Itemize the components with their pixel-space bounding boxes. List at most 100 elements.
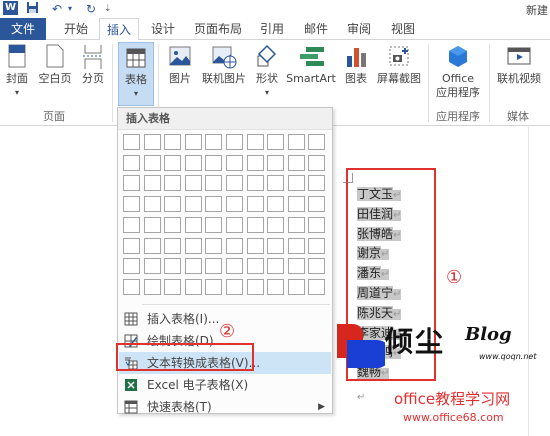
table-grid-cell[interactable] <box>246 216 264 233</box>
table-grid-cell[interactable] <box>143 216 161 233</box>
undo-dropdown-icon[interactable]: ▾ <box>68 1 72 17</box>
table-grid-cell[interactable] <box>164 278 182 295</box>
table-grid-cell[interactable] <box>143 134 161 150</box>
blank-page-button[interactable]: 空白页 <box>36 44 74 86</box>
customize-toolbar-icon[interactable]: ⇣ <box>104 1 112 17</box>
table-grid-cell[interactable] <box>267 196 285 213</box>
table-grid-cell[interactable] <box>143 237 161 254</box>
table-grid-cell[interactable] <box>246 154 264 171</box>
table-grid-cell[interactable] <box>246 278 264 295</box>
table-grid-cell[interactable] <box>226 278 243 295</box>
table-grid-cell[interactable] <box>226 175 243 192</box>
table-grid-cell[interactable] <box>226 154 243 171</box>
table-grid-cell[interactable] <box>246 237 264 254</box>
table-size-grid[interactable] <box>123 134 329 300</box>
menu-quick-tables[interactable]: 快速表格(T) ▶ <box>119 396 331 418</box>
tab-file[interactable]: 文件 <box>0 18 46 40</box>
table-grid-cell[interactable] <box>164 134 182 150</box>
tab-home[interactable]: 开始 <box>56 18 96 40</box>
table-grid-cell[interactable] <box>164 196 182 213</box>
table-grid-cell[interactable] <box>164 154 182 171</box>
table-grid-cell[interactable] <box>123 196 140 213</box>
table-grid-cell[interactable] <box>205 175 223 192</box>
table-grid-cell[interactable] <box>287 237 305 254</box>
save-icon[interactable] <box>26 1 39 18</box>
table-grid-cell[interactable] <box>287 154 305 171</box>
table-grid-cell[interactable] <box>123 237 140 254</box>
table-grid-cell[interactable] <box>287 216 305 233</box>
table-grid-cell[interactable] <box>267 258 285 275</box>
smartart-button[interactable]: SmartArt <box>285 44 337 86</box>
shapes-button[interactable]: 形状 ▾ <box>252 44 282 100</box>
picture-button[interactable]: 图片 <box>164 44 196 86</box>
table-grid-cell[interactable] <box>308 196 326 213</box>
table-grid-cell[interactable] <box>287 134 305 150</box>
cover-page-button[interactable]: 封面 ▾ <box>2 44 32 100</box>
table-grid-cell[interactable] <box>123 134 140 150</box>
table-grid-cell[interactable] <box>143 154 161 171</box>
tab-page-layout[interactable]: 页面布局 <box>187 18 249 40</box>
table-grid-cell[interactable] <box>184 175 202 192</box>
table-grid-cell[interactable] <box>184 258 202 275</box>
table-grid-cell[interactable] <box>267 278 285 295</box>
table-grid-cell[interactable] <box>308 154 326 171</box>
table-grid-cell[interactable] <box>205 237 223 254</box>
table-grid-cell[interactable] <box>164 175 182 192</box>
table-grid-cell[interactable] <box>143 196 161 213</box>
table-grid-cell[interactable] <box>267 175 285 192</box>
table-grid-cell[interactable] <box>205 154 223 171</box>
table-grid-cell[interactable] <box>287 196 305 213</box>
table-grid-cell[interactable] <box>205 216 223 233</box>
table-grid-cell[interactable] <box>246 258 264 275</box>
chart-button[interactable]: 图表 <box>341 44 371 86</box>
table-grid-cell[interactable] <box>267 134 285 150</box>
table-button[interactable]: 表格 ▾ <box>118 42 154 106</box>
table-grid-cell[interactable] <box>226 216 243 233</box>
table-grid-cell[interactable] <box>143 278 161 295</box>
page-break-button[interactable]: 分页 <box>78 44 108 86</box>
table-grid-cell[interactable] <box>164 216 182 233</box>
tab-insert[interactable]: 插入 <box>99 18 139 41</box>
table-grid-cell[interactable] <box>308 216 326 233</box>
online-picture-button[interactable]: 联机图片 <box>199 44 249 86</box>
table-grid-cell[interactable] <box>308 258 326 275</box>
redo-icon[interactable]: ↻ <box>86 1 96 17</box>
table-grid-cell[interactable] <box>267 237 285 254</box>
table-grid-cell[interactable] <box>226 196 243 213</box>
tab-design[interactable]: 设计 <box>143 18 183 40</box>
table-grid-cell[interactable] <box>184 278 202 295</box>
table-grid-cell[interactable] <box>226 237 243 254</box>
table-grid-cell[interactable] <box>287 278 305 295</box>
online-video-button[interactable]: 联机视频 <box>491 44 547 86</box>
table-grid-cell[interactable] <box>164 258 182 275</box>
table-grid-cell[interactable] <box>205 134 223 150</box>
table-grid-cell[interactable] <box>246 175 264 192</box>
table-grid-cell[interactable] <box>287 258 305 275</box>
table-grid-cell[interactable] <box>123 175 140 192</box>
table-grid-cell[interactable] <box>123 216 140 233</box>
table-grid-cell[interactable] <box>267 216 285 233</box>
table-grid-cell[interactable] <box>184 154 202 171</box>
table-grid-cell[interactable] <box>184 237 202 254</box>
table-grid-cell[interactable] <box>143 175 161 192</box>
table-grid-cell[interactable] <box>287 175 305 192</box>
tab-review[interactable]: 审阅 <box>340 18 378 40</box>
tab-view[interactable]: 视图 <box>384 18 422 40</box>
table-grid-cell[interactable] <box>226 258 243 275</box>
table-grid-cell[interactable] <box>205 258 223 275</box>
table-grid-cell[interactable] <box>184 134 202 150</box>
tab-references[interactable]: 引用 <box>253 18 291 40</box>
table-grid-cell[interactable] <box>308 175 326 192</box>
table-grid-cell[interactable] <box>267 154 285 171</box>
table-grid-cell[interactable] <box>246 196 264 213</box>
screenshot-button[interactable]: 屏幕截图 <box>374 44 424 86</box>
table-grid-cell[interactable] <box>123 154 140 171</box>
table-grid-cell[interactable] <box>184 216 202 233</box>
menu-excel-spreadsheet[interactable]: Excel 电子表格(X) <box>119 374 331 396</box>
undo-icon[interactable]: ↶ <box>52 1 62 17</box>
table-grid-cell[interactable] <box>184 196 202 213</box>
table-grid-cell[interactable] <box>205 278 223 295</box>
tab-mailings[interactable]: 邮件 <box>297 18 335 40</box>
office-apps-button[interactable]: Office 应用程序 <box>430 44 486 100</box>
table-grid-cell[interactable] <box>123 258 140 275</box>
